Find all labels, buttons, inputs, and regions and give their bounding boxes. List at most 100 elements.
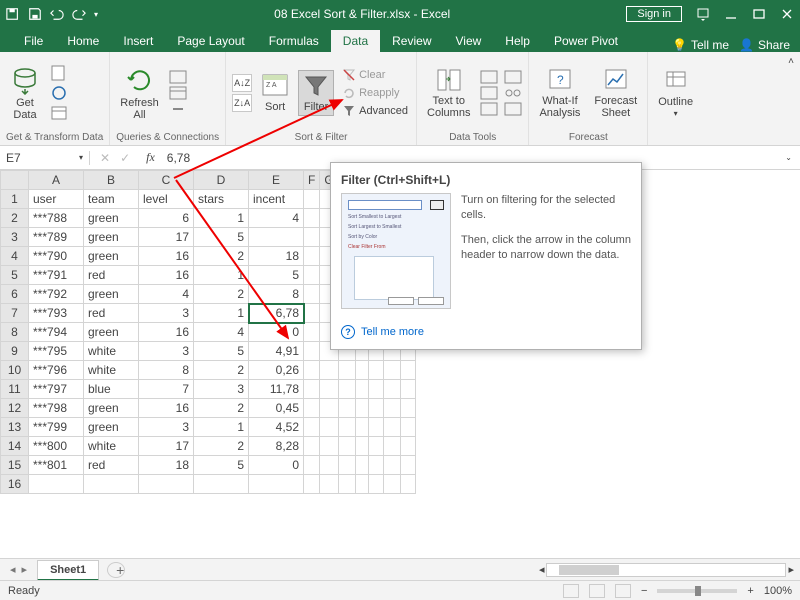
- col-header-B[interactable]: B: [84, 171, 139, 190]
- cell-D2[interactable]: 1: [194, 209, 249, 228]
- cell-D8[interactable]: 4: [194, 323, 249, 342]
- cell-I14[interactable]: [356, 437, 368, 456]
- cell-I12[interactable]: [356, 399, 368, 418]
- cell-G16[interactable]: [320, 475, 338, 494]
- sheet-nav-last-icon[interactable]: ▸: [22, 563, 28, 576]
- new-sheet-button[interactable]: +: [107, 562, 125, 578]
- cell-G15[interactable]: [320, 456, 338, 475]
- zoom-in-icon[interactable]: +: [747, 585, 753, 597]
- collapse-ribbon-icon[interactable]: ˄: [788, 56, 794, 67]
- formula-input[interactable]: 6,78: [161, 151, 190, 165]
- cell-B2[interactable]: green: [84, 209, 139, 228]
- cell-F6[interactable]: [304, 285, 320, 304]
- cell-L14[interactable]: [400, 437, 416, 456]
- tab-power-pivot[interactable]: Power Pivot: [542, 30, 630, 52]
- cell-E8[interactable]: 0: [249, 323, 304, 342]
- page-break-view-icon[interactable]: [615, 584, 631, 598]
- share-button[interactable]: 👤 Share: [739, 38, 800, 52]
- cell-F1[interactable]: [304, 190, 320, 209]
- cell-F14[interactable]: [304, 437, 320, 456]
- cell-E14[interactable]: 8,28: [249, 437, 304, 456]
- cell-E12[interactable]: 0,45: [249, 399, 304, 418]
- horizontal-scrollbar[interactable]: [546, 563, 786, 577]
- cell-B8[interactable]: green: [84, 323, 139, 342]
- cell-K14[interactable]: [383, 437, 400, 456]
- cell-F9[interactable]: [304, 342, 320, 361]
- cell-B4[interactable]: green: [84, 247, 139, 266]
- cell-I15[interactable]: [356, 456, 368, 475]
- cell-K10[interactable]: [383, 361, 400, 380]
- close-icon[interactable]: [780, 7, 794, 21]
- manage-data-model-icon[interactable]: [504, 102, 522, 116]
- cell-G12[interactable]: [320, 399, 338, 418]
- cell-G10[interactable]: [320, 361, 338, 380]
- from-table-icon[interactable]: [50, 104, 68, 122]
- cell-E16[interactable]: [249, 475, 304, 494]
- cell-C14[interactable]: 17: [139, 437, 194, 456]
- cell-C11[interactable]: 7: [139, 380, 194, 399]
- cell-E10[interactable]: 0,26: [249, 361, 304, 380]
- cell-I16[interactable]: [356, 475, 368, 494]
- cell-A5[interactable]: ***791: [29, 266, 84, 285]
- col-header-C[interactable]: C: [139, 171, 194, 190]
- cell-D13[interactable]: 1: [194, 418, 249, 437]
- hscroll-left-icon[interactable]: ◂: [539, 563, 545, 576]
- cell-B16[interactable]: [84, 475, 139, 494]
- select-all-corner[interactable]: [1, 171, 29, 190]
- cell-F11[interactable]: [304, 380, 320, 399]
- col-header-D[interactable]: D: [194, 171, 249, 190]
- cell-K16[interactable]: [383, 475, 400, 494]
- cell-H14[interactable]: [338, 437, 356, 456]
- cell-C7[interactable]: 3: [139, 304, 194, 323]
- clear-button[interactable]: Clear: [340, 67, 410, 83]
- cell-H16[interactable]: [338, 475, 356, 494]
- cell-F2[interactable]: [304, 209, 320, 228]
- cell-H12[interactable]: [338, 399, 356, 418]
- cell-L11[interactable]: [400, 380, 416, 399]
- tab-review[interactable]: Review: [380, 30, 443, 52]
- cell-A13[interactable]: ***799: [29, 418, 84, 437]
- sort-asc-icon[interactable]: A↓Z: [232, 74, 252, 92]
- enter-formula-icon[interactable]: ✓: [120, 151, 130, 165]
- cell-J16[interactable]: [368, 475, 383, 494]
- cell-C10[interactable]: 8: [139, 361, 194, 380]
- hscroll-right-icon[interactable]: ▸: [788, 563, 794, 576]
- cell-A3[interactable]: ***789: [29, 228, 84, 247]
- cell-J15[interactable]: [368, 456, 383, 475]
- cell-A14[interactable]: ***800: [29, 437, 84, 456]
- cell-F8[interactable]: [304, 323, 320, 342]
- cell-D14[interactable]: 2: [194, 437, 249, 456]
- autosave-icon[interactable]: [6, 7, 20, 21]
- zoom-slider[interactable]: [657, 589, 737, 593]
- cell-E2[interactable]: 4: [249, 209, 304, 228]
- text-to-columns-button[interactable]: Text to Columns: [423, 65, 474, 121]
- col-header-E[interactable]: E: [249, 171, 304, 190]
- expand-formula-bar-icon[interactable]: ⌄: [777, 153, 800, 162]
- cell-D6[interactable]: 2: [194, 285, 249, 304]
- cell-B13[interactable]: green: [84, 418, 139, 437]
- cell-E13[interactable]: 4,52: [249, 418, 304, 437]
- from-web-icon[interactable]: [50, 84, 68, 102]
- cell-G14[interactable]: [320, 437, 338, 456]
- cell-E11[interactable]: 11,78: [249, 380, 304, 399]
- cancel-formula-icon[interactable]: ✕: [100, 151, 110, 165]
- cell-E9[interactable]: 4,91: [249, 342, 304, 361]
- cell-L15[interactable]: [400, 456, 416, 475]
- normal-view-icon[interactable]: [563, 584, 579, 598]
- undo-icon[interactable]: [50, 7, 64, 21]
- tab-help[interactable]: Help: [493, 30, 542, 52]
- cell-C5[interactable]: 16: [139, 266, 194, 285]
- name-box-dropdown-icon[interactable]: ▾: [79, 153, 83, 162]
- cell-H15[interactable]: [338, 456, 356, 475]
- cell-D1[interactable]: stars: [194, 190, 249, 209]
- sort-button[interactable]: Z A Sort: [258, 71, 292, 115]
- cell-D12[interactable]: 2: [194, 399, 249, 418]
- page-layout-view-icon[interactable]: [589, 584, 605, 598]
- cell-B1[interactable]: team: [84, 190, 139, 209]
- cell-H11[interactable]: [338, 380, 356, 399]
- refresh-all-button[interactable]: Refresh All: [116, 63, 163, 123]
- cell-A11[interactable]: ***797: [29, 380, 84, 399]
- row-header-14[interactable]: 14: [1, 437, 29, 456]
- cell-F3[interactable]: [304, 228, 320, 247]
- cell-H13[interactable]: [338, 418, 356, 437]
